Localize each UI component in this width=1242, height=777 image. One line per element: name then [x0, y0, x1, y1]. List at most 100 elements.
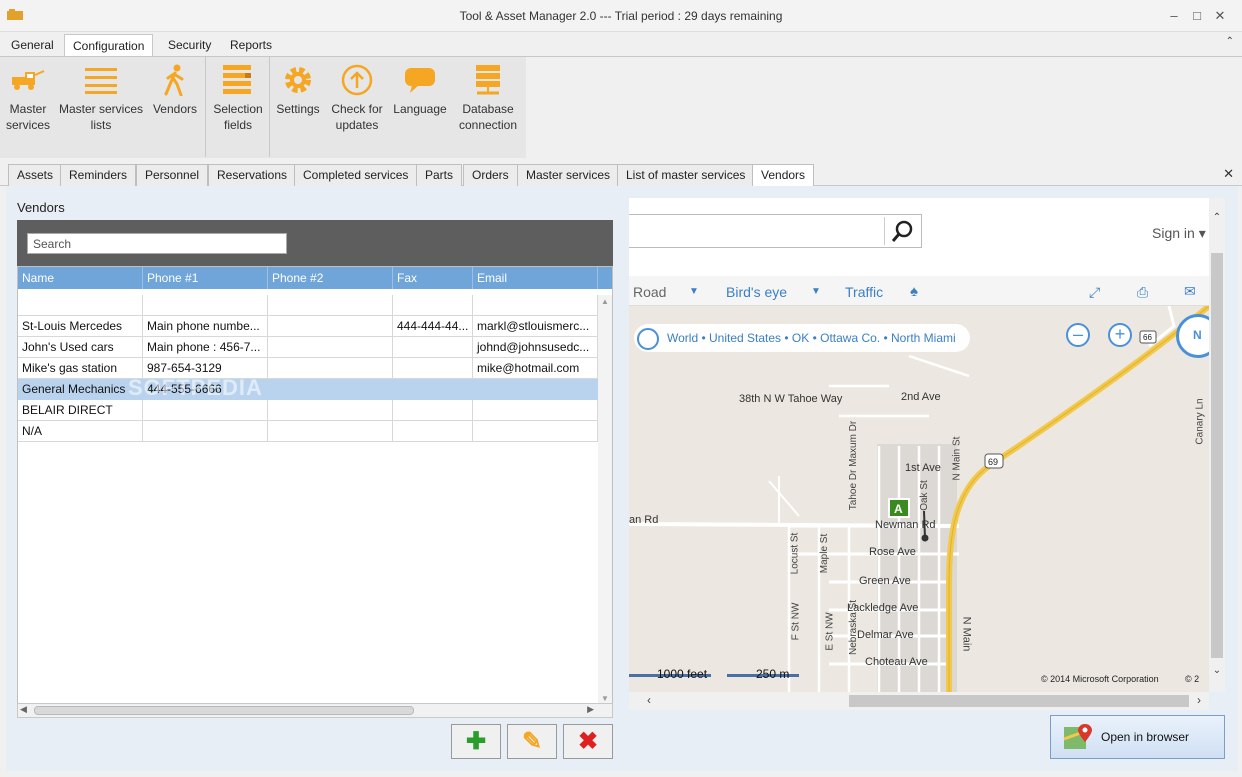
menu-tab-general[interactable]: General [3, 34, 62, 56]
close-icon[interactable]: ✕ [1209, 6, 1231, 26]
edit-vendor-button[interactable]: ✎ [507, 724, 557, 759]
table-cell[interactable]: St-Louis Mercedes [18, 316, 143, 337]
table-cell[interactable] [143, 400, 268, 421]
table-cell[interactable] [268, 421, 393, 442]
table-cell[interactable] [268, 400, 393, 421]
table-cell[interactable]: 444-444-44... [393, 316, 473, 337]
sign-in-link[interactable]: Sign in ▾ [1152, 225, 1206, 242]
table-cell[interactable] [473, 295, 598, 316]
add-vendor-button[interactable]: ✚ [451, 724, 501, 759]
table-cell[interactable] [393, 295, 473, 316]
table-cell[interactable] [473, 400, 598, 421]
zoom-in-icon[interactable]: + [1108, 323, 1132, 347]
tab-personnel[interactable]: Personnel [136, 164, 209, 186]
check-updates-button[interactable]: Check for updates [326, 63, 388, 133]
scroll-down-icon[interactable]: ⌄ [1209, 665, 1225, 676]
menu-tab-reports[interactable]: Reports [222, 34, 280, 56]
map-horizontal-scrollbar[interactable]: ‹ › [629, 692, 1209, 710]
table-row[interactable]: BELAIR DIRECT [18, 400, 598, 421]
collapse-ribbon-icon[interactable]: ⌃ [1226, 36, 1234, 47]
search-input[interactable]: Search [27, 233, 287, 254]
map-search-input[interactable] [629, 214, 922, 248]
tab-orders[interactable]: Orders [463, 164, 518, 186]
language-button[interactable]: Language [390, 63, 450, 117]
table-cell[interactable]: johnd@johnsusedc... [473, 337, 598, 358]
table-cell[interactable] [18, 295, 143, 316]
column-header-phone2[interactable]: Phone #2 [268, 267, 393, 289]
map-marker[interactable]: A [894, 502, 903, 516]
column-header-name[interactable]: Name [18, 267, 143, 289]
email-icon[interactable]: ✉ [1184, 283, 1196, 300]
scroll-right-icon[interactable]: ▶ [587, 704, 594, 715]
column-header-email[interactable]: Email [473, 267, 598, 289]
map-view[interactable]: Sign in ▾ Road ▼ Bird's eye ▼ Traffic ♠ … [629, 198, 1209, 692]
column-header-fax[interactable]: Fax [393, 267, 473, 289]
zoom-out-icon[interactable]: – [1066, 323, 1090, 347]
settings-button[interactable]: Settings [272, 63, 324, 117]
table-cell[interactable] [268, 337, 393, 358]
map-vertical-scrollbar[interactable]: ⌃ ⌄ [1209, 198, 1225, 692]
mode-birds-eye[interactable]: Bird's eye [726, 284, 787, 300]
table-cell[interactable]: BELAIR DIRECT [18, 400, 143, 421]
tab-reservations[interactable]: Reservations [208, 164, 297, 186]
table-row[interactable] [18, 295, 598, 316]
maximize-icon[interactable]: □ [1186, 6, 1208, 26]
table-cell[interactable]: mike@hotmail.com [473, 358, 598, 379]
scroll-thumb[interactable] [1211, 253, 1223, 658]
table-cell[interactable] [473, 421, 598, 442]
master-services-button[interactable]: Master services [2, 63, 54, 133]
road-dropdown-icon[interactable]: ▼ [689, 286, 699, 297]
table-cell[interactable] [393, 379, 473, 400]
scroll-up-icon[interactable]: ▲ [598, 297, 612, 306]
scroll-right-icon[interactable]: › [1197, 693, 1201, 707]
table-row[interactable]: John's Used cars Main phone : 456-7... joh… [18, 337, 598, 358]
table-cell[interactable]: John's Used cars [18, 337, 143, 358]
locate-me-icon[interactable] [637, 328, 659, 350]
menu-tab-configuration[interactable]: Configuration [64, 34, 154, 56]
database-connection-button[interactable]: Database connection [452, 63, 524, 133]
map-breadcrumb[interactable]: World • United States • OK • Ottawa Co. … [667, 331, 956, 345]
scroll-left-icon[interactable]: ‹ [647, 693, 651, 707]
column-header-phone1[interactable]: Phone #1 [143, 267, 268, 289]
table-cell[interactable]: Mike's gas station [18, 358, 143, 379]
table-cell[interactable] [393, 337, 473, 358]
delete-vendor-button[interactable]: ✖ [563, 724, 613, 759]
tab-completed-services[interactable]: Completed services [294, 164, 418, 186]
table-cell[interactable]: markl@stlouismerc... [473, 316, 598, 337]
tab-vendors[interactable]: Vendors [752, 164, 815, 187]
close-tab-icon[interactable]: ✕ [1223, 166, 1234, 182]
selection-fields-button[interactable]: Selection fields [208, 63, 268, 133]
table-cell[interactable] [473, 379, 598, 400]
tab-parts[interactable]: Parts [416, 164, 463, 186]
table-cell[interactable] [268, 379, 393, 400]
table-cell[interactable]: General Mechanics [18, 379, 143, 400]
mode-road[interactable]: Road [633, 284, 666, 300]
scroll-up-icon[interactable]: ⌃ [1209, 212, 1225, 223]
grid-vertical-scrollbar[interactable]: ▲ ▼ [598, 295, 612, 703]
menu-tab-security[interactable]: Security [160, 34, 219, 56]
table-cell[interactable] [143, 421, 268, 442]
tab-master-services[interactable]: Master services [517, 164, 620, 186]
table-cell[interactable] [393, 358, 473, 379]
map-search-button[interactable] [884, 217, 920, 245]
open-in-browser-button[interactable]: Open in browser [1050, 715, 1225, 759]
street-view-icon[interactable]: ♠ [910, 283, 918, 300]
mode-traffic[interactable]: Traffic [845, 284, 883, 300]
scroll-down-icon[interactable]: ▼ [598, 694, 612, 703]
table-cell[interactable] [268, 316, 393, 337]
tab-assets[interactable]: Assets [8, 164, 63, 186]
minimize-icon[interactable]: – [1163, 6, 1185, 26]
grid-horizontal-scrollbar[interactable]: ◀ ▶ [17, 703, 613, 718]
table-cell[interactable]: Main phone numbe... [143, 316, 268, 337]
table-row[interactable]: St-Louis Mercedes Main phone numbe... 444-… [18, 316, 598, 337]
master-services-lists-button[interactable]: Master services lists [58, 63, 144, 133]
tab-reminders[interactable]: Reminders [60, 164, 137, 186]
fullscreen-icon[interactable]: ⤢ [1089, 284, 1100, 301]
table-cell[interactable] [143, 295, 268, 316]
table-cell[interactable] [268, 358, 393, 379]
scroll-thumb[interactable] [34, 706, 414, 715]
table-cell[interactable]: Main phone : 456-7... [143, 337, 268, 358]
table-cell[interactable] [393, 400, 473, 421]
tab-list-master-services[interactable]: List of master services [617, 164, 755, 186]
scroll-thumb[interactable] [849, 695, 1189, 707]
